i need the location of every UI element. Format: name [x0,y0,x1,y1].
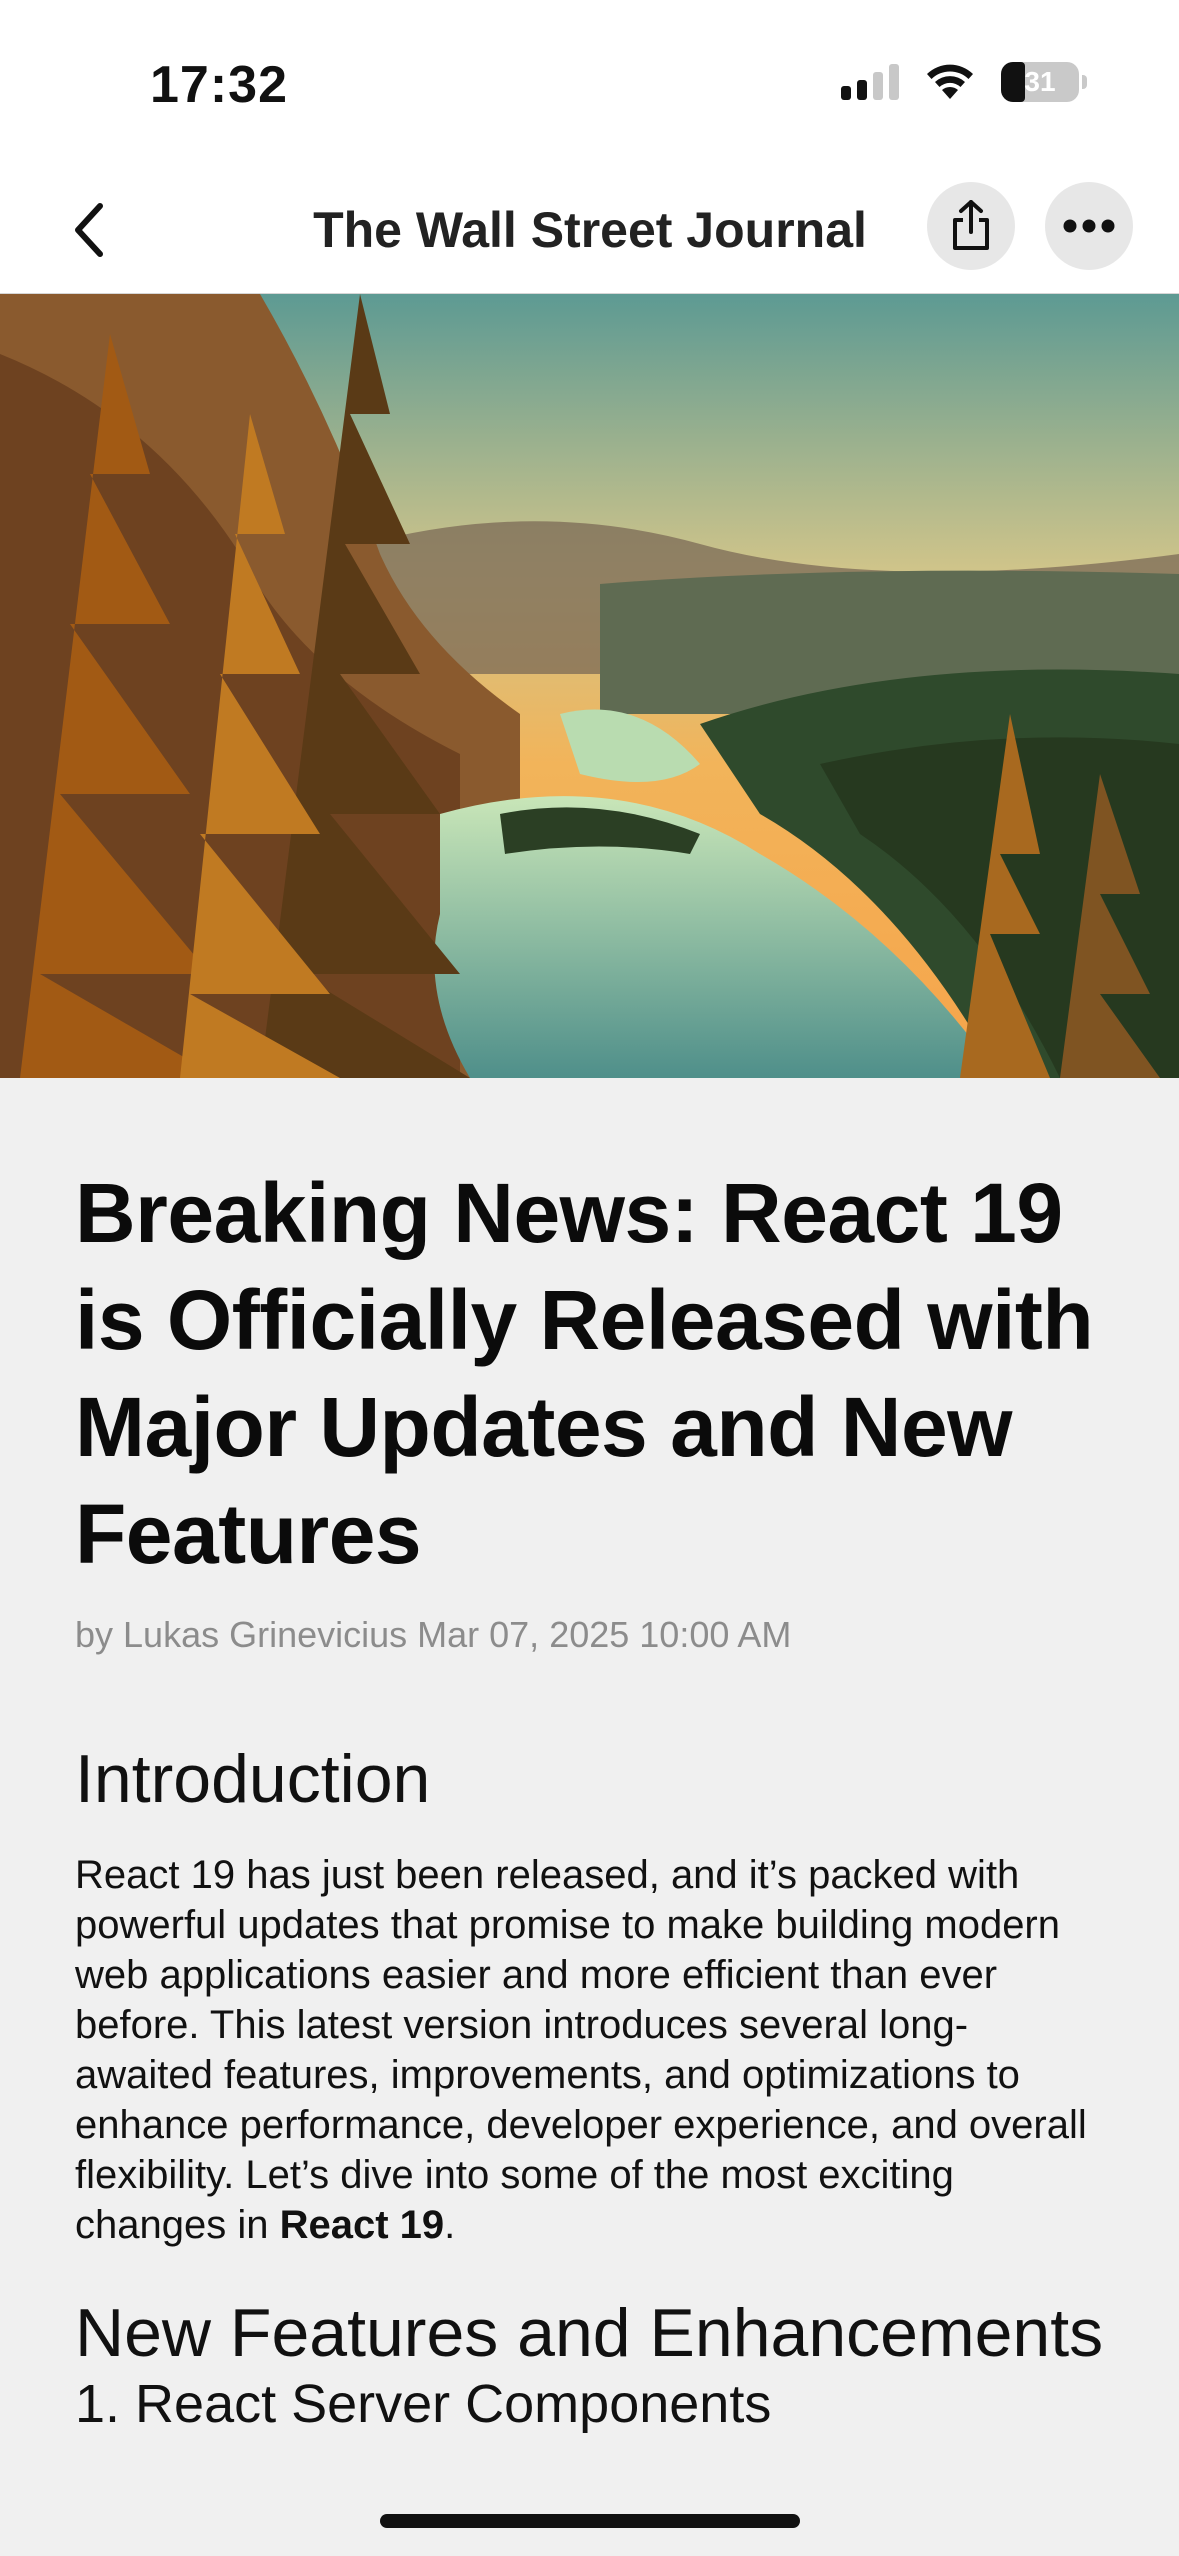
section-title-features: New Features and Enhancements [75,2295,1104,2371]
nav-title: The Wall Street Journal [313,202,867,258]
status-bar: 17:32 31 [0,0,1179,170]
hero-image [0,294,1179,1078]
home-indicator[interactable] [380,2514,800,2528]
more-button[interactable] [1045,182,1133,270]
article-byline: by Lukas Grinevicius Mar 07, 2025 10:00 … [75,1614,792,1655]
back-button[interactable] [55,195,125,265]
status-time: 17:32 [150,56,288,114]
share-icon [953,200,989,250]
mountain-lake-illustration [0,294,1179,1078]
chevron-left-icon [75,203,103,257]
more-horizontal-icon [1063,219,1115,233]
battery-icon: 31 [1001,62,1087,102]
battery-percent: 31 [1024,66,1056,97]
share-button[interactable] [927,182,1015,270]
feature-1-title: 1. React Server Components [75,2374,772,2434]
article: Breaking News: React 19 is Officially Re… [75,1160,1105,2438]
wifi-icon [927,64,973,99]
intro-end: . [444,2203,456,2247]
intro-paragraph: React 19 has just been released, and it’… [75,1850,1105,2250]
section-title-introduction: Introduction [75,1741,431,1817]
intro-bold-text: React 19 [279,2203,445,2247]
cellular-signal-icon [841,64,899,100]
status-icons: 31 [841,62,1087,102]
article-headline: Breaking News: React 19 is Officially Re… [75,1166,1094,1581]
nav-bar: The Wall Street Journal [0,170,1179,294]
intro-text: React 19 has just been released, and it’… [75,1853,1087,2247]
battery-fill [1001,62,1026,102]
